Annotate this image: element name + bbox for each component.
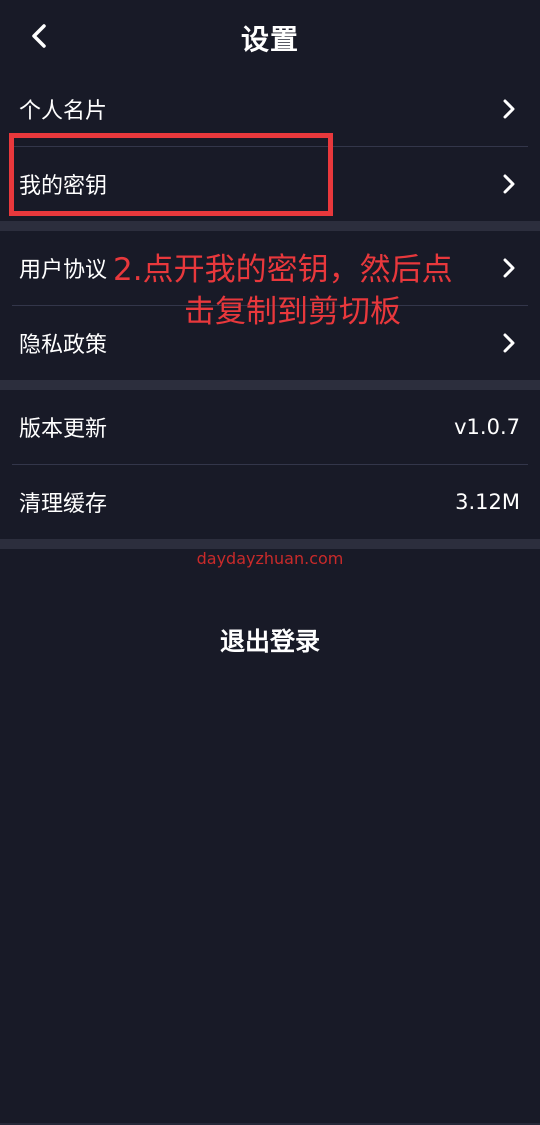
- chevron-right-icon: [503, 99, 515, 119]
- group-app: 版本更新 v1.0.7 清理缓存 3.12M: [0, 390, 540, 539]
- page-title: 设置: [240, 23, 299, 56]
- settings-item-label: 清理缓存: [19, 492, 108, 517]
- annotation-text-line2: 击复制到剪切板: [184, 294, 401, 330]
- settings-item-clear-cache[interactable]: 清理缓存 3.12M: [0, 465, 540, 539]
- header: 设置: [0, 0, 540, 72]
- chevron-right-icon: [503, 258, 515, 278]
- chevron-right-icon: [503, 333, 515, 353]
- section-separator: [0, 221, 540, 231]
- annotation-highlight-box: [9, 133, 333, 216]
- settings-item-label: 版本更新: [19, 417, 108, 442]
- settings-item-label: 个人名片: [19, 99, 108, 124]
- version-value: v1.0.7: [454, 415, 520, 439]
- logout-button[interactable]: 退出登录: [0, 622, 540, 658]
- settings-page: 设置 个人名片 我的密钥 用户协议 隐私政策 版本更新 v1.0.7 清理缓存 …: [0, 0, 540, 1125]
- annotation-text-line1: 2.点开我的密钥，然后点: [113, 252, 453, 288]
- settings-item-version-update[interactable]: 版本更新 v1.0.7: [0, 390, 540, 464]
- section-separator: [0, 380, 540, 390]
- watermark: daydayzhuan.com: [196, 549, 344, 568]
- cache-size-value: 3.12M: [455, 490, 520, 514]
- chevron-right-icon: [503, 174, 515, 194]
- section-separator: [0, 539, 540, 549]
